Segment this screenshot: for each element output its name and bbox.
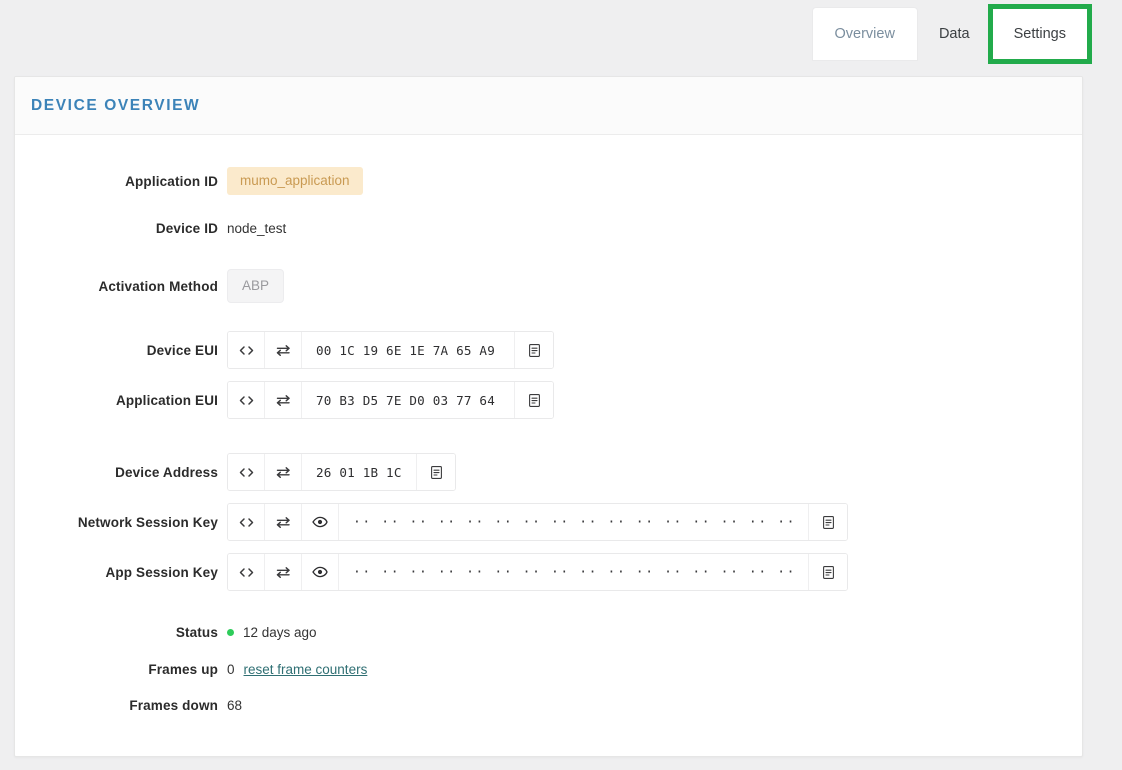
- label-device-id: Device ID: [155, 220, 218, 236]
- code-brackets-icon[interactable]: [228, 382, 265, 418]
- row-device-id: Device ID node_test: [15, 209, 1082, 247]
- app-session-key-field-group: ·· ·· ·· ·· ·· ·· ·· ·· ·· ·· ·· ·· ·· ·…: [227, 553, 849, 591]
- tab-data[interactable]: Data: [917, 8, 992, 60]
- application-eui-value[interactable]: 70 B3 D5 7E D0 03 77 64: [302, 382, 514, 418]
- label-application-eui: Application EUI: [115, 392, 218, 408]
- card-body: Application ID mumo_application Device I…: [15, 135, 1082, 723]
- row-device-eui: Device EUI 00 1C 19 6E 1E 7A 65 A9: [15, 325, 1082, 375]
- application-id-badge[interactable]: mumo_application: [227, 167, 363, 195]
- application-eui-field-group: 70 B3 D5 7E D0 03 77 64: [227, 381, 554, 419]
- clipboard-copy-icon[interactable]: [416, 454, 455, 490]
- value-device-id: node_test: [227, 220, 287, 236]
- app-session-key-value[interactable]: ·· ·· ·· ·· ·· ·· ·· ·· ·· ·· ·· ·· ·· ·…: [339, 554, 809, 590]
- eye-icon[interactable]: [302, 554, 339, 590]
- tab-overview[interactable]: Overview: [812, 8, 917, 60]
- label-frames-up: Frames up: [148, 661, 218, 677]
- code-brackets-icon[interactable]: [228, 454, 265, 490]
- value-frames-up: 0 reset frame counters: [227, 662, 367, 677]
- clipboard-copy-icon[interactable]: [808, 504, 848, 540]
- swap-arrows-icon[interactable]: [265, 554, 302, 590]
- value-app-session-key: ·· ·· ·· ·· ·· ·· ·· ·· ·· ·· ·· ·· ·· ·…: [227, 553, 849, 591]
- label-device-eui: Device EUI: [146, 342, 218, 358]
- label-frames-down: Frames down: [129, 697, 218, 713]
- row-network-session-key: Network Session Key ·· ·· ·· ·· ·· ·· ··…: [15, 497, 1082, 547]
- value-frames-down: 68: [227, 698, 242, 713]
- device-address-field-group: 26 01 1B 1C: [227, 453, 456, 491]
- value-device-eui: 00 1C 19 6E 1E 7A 65 A9: [227, 331, 554, 369]
- swap-arrows-icon[interactable]: [265, 454, 302, 490]
- device-overview-page: Overview Data Settings Device Overview A…: [0, 0, 1122, 770]
- row-app-session-key: App Session Key ·· ·· ·· ·· ·· ·· ·· ·· …: [15, 547, 1082, 597]
- network-session-key-value[interactable]: ·· ·· ·· ·· ·· ·· ·· ·· ·· ·· ·· ·· ·· ·…: [339, 504, 809, 540]
- tab-overview-label: Overview: [834, 25, 895, 42]
- reset-frame-counters-link[interactable]: reset frame counters: [244, 662, 368, 677]
- row-device-address: Device Address 26 01 1B 1C: [15, 447, 1082, 497]
- tab-data-label: Data: [938, 25, 970, 42]
- row-activation-method: Activation Method ABP: [15, 247, 1082, 325]
- code-brackets-icon[interactable]: [228, 504, 265, 540]
- label-network-session-key: Network Session Key: [77, 514, 218, 530]
- clipboard-copy-icon[interactable]: [514, 332, 553, 368]
- label-status: Status: [175, 624, 218, 640]
- label-activation-method: Activation Method: [98, 278, 218, 294]
- value-activation-method: ABP: [227, 269, 285, 303]
- value-status: 12 days ago: [227, 625, 317, 640]
- status-indicator-dot: [227, 628, 234, 636]
- eye-icon[interactable]: [302, 504, 339, 540]
- frames-down-count: 68: [227, 697, 243, 713]
- tab-bar: Overview Data Settings: [812, 4, 1093, 64]
- value-network-session-key: ·· ·· ·· ·· ·· ·· ·· ·· ·· ·· ·· ·· ·· ·…: [227, 503, 849, 541]
- network-session-key-field-group: ·· ·· ·· ·· ·· ·· ·· ·· ·· ·· ·· ·· ·· ·…: [227, 503, 849, 541]
- code-brackets-icon[interactable]: [228, 554, 265, 590]
- swap-arrows-icon[interactable]: [265, 382, 302, 418]
- card-header: Device Overview: [15, 77, 1082, 135]
- page-title: Device Overview: [31, 96, 201, 114]
- label-app-session-key: App Session Key: [105, 564, 218, 580]
- swap-arrows-icon[interactable]: [265, 504, 302, 540]
- tab-settings-label: Settings: [1013, 25, 1066, 42]
- code-brackets-icon[interactable]: [228, 332, 265, 368]
- clipboard-copy-icon[interactable]: [514, 382, 553, 418]
- row-status: Status 12 days ago: [15, 613, 1082, 651]
- clipboard-copy-icon[interactable]: [808, 554, 848, 590]
- label-device-address: Device Address: [115, 464, 218, 480]
- status-badge: 12 days ago: [243, 624, 317, 640]
- row-application-id: Application ID mumo_application: [15, 153, 1082, 209]
- device-eui-value[interactable]: 00 1C 19 6E 1E 7A 65 A9: [302, 332, 514, 368]
- value-application-id: mumo_application: [227, 167, 363, 195]
- row-application-eui: Application EUI 70 B3 D5 7E D0 03 77 64: [15, 375, 1082, 425]
- tab-settings[interactable]: Settings: [987, 4, 1093, 64]
- row-frames-up: Frames up 0 reset frame counters: [15, 651, 1082, 687]
- label-application-id: Application ID: [125, 173, 218, 189]
- device-eui-field-group: 00 1C 19 6E 1E 7A 65 A9: [227, 331, 554, 369]
- frames-up-count: 0: [227, 661, 235, 677]
- swap-arrows-icon[interactable]: [265, 332, 302, 368]
- value-device-address: 26 01 1B 1C: [227, 453, 456, 491]
- device-address-value[interactable]: 26 01 1B 1C: [302, 454, 416, 490]
- value-application-eui: 70 B3 D5 7E D0 03 77 64: [227, 381, 554, 419]
- row-frames-down: Frames down 68: [15, 687, 1082, 723]
- device-overview-card: Device Overview Application ID mumo_appl…: [14, 76, 1083, 757]
- activation-method-badge: ABP: [227, 269, 285, 303]
